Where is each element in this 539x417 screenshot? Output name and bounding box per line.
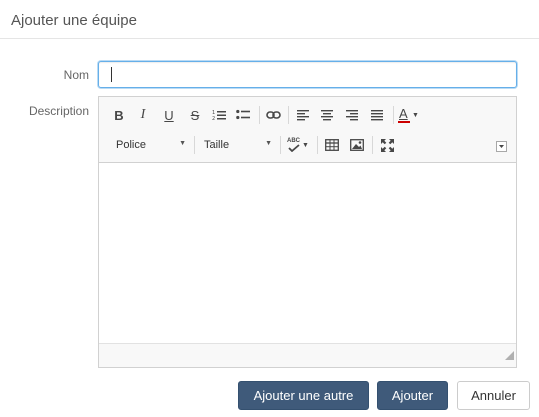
toolbar-separator bbox=[259, 106, 260, 124]
rich-text-editor: B I U S 12 A ▼ Police ▼ Taille ▼ ABC ▼ bbox=[98, 96, 517, 368]
editor-content-area[interactable] bbox=[99, 163, 516, 343]
align-right-icon[interactable] bbox=[342, 105, 362, 125]
name-input[interactable] bbox=[98, 61, 517, 88]
editor-statusbar bbox=[99, 343, 516, 367]
description-label: Description bbox=[28, 104, 89, 118]
text-color-icon[interactable]: A ▼ bbox=[397, 105, 425, 125]
resize-handle-icon[interactable] bbox=[505, 347, 514, 365]
add-team-dialog: Ajouter une équipe Nom Description B I U… bbox=[0, 0, 539, 417]
toolbar-separator bbox=[288, 106, 289, 124]
size-combo-label: Taille bbox=[204, 139, 230, 151]
toolbar-separator bbox=[194, 136, 195, 154]
dialog-title: Ajouter une équipe bbox=[11, 12, 137, 29]
bold-icon[interactable]: B bbox=[109, 105, 129, 125]
toolbar-separator bbox=[280, 136, 281, 154]
table-icon[interactable] bbox=[322, 135, 342, 155]
image-icon[interactable] bbox=[347, 135, 367, 155]
editor-toolbar: B I U S 12 A ▼ Police ▼ Taille ▼ ABC ▼ bbox=[99, 97, 516, 163]
maximize-icon[interactable] bbox=[377, 135, 397, 155]
collapse-toolbar-icon[interactable] bbox=[494, 139, 508, 153]
spellcheck-icon[interactable]: ABC ▼ bbox=[287, 135, 313, 155]
underline-icon[interactable]: U bbox=[159, 105, 179, 125]
dialog-header: Ajouter une équipe bbox=[0, 0, 539, 39]
svg-text:2: 2 bbox=[212, 116, 215, 121]
text-caret bbox=[111, 67, 112, 82]
cancel-button[interactable]: Annuler bbox=[457, 381, 530, 410]
chevron-down-icon: ▼ bbox=[265, 140, 272, 147]
italic-icon[interactable]: I bbox=[133, 105, 153, 125]
link-icon[interactable] bbox=[263, 105, 283, 125]
chevron-down-icon: ▼ bbox=[302, 141, 309, 149]
name-label: Nom bbox=[63, 68, 89, 82]
toolbar-separator bbox=[372, 136, 373, 154]
align-left-icon[interactable] bbox=[293, 105, 313, 125]
toolbar-separator bbox=[317, 136, 318, 154]
strikethrough-icon[interactable]: S bbox=[185, 105, 205, 125]
font-combo-label: Police bbox=[116, 139, 146, 151]
align-justify-icon[interactable] bbox=[367, 105, 387, 125]
chevron-down-icon: ▼ bbox=[412, 111, 419, 119]
font-combo[interactable]: Police ▼ bbox=[116, 135, 186, 155]
add-another-button[interactable]: Ajouter une autre bbox=[238, 381, 369, 410]
bulleted-list-icon[interactable] bbox=[233, 105, 253, 125]
text-color-bar bbox=[398, 121, 410, 123]
chevron-down-icon: ▼ bbox=[179, 140, 186, 147]
numbered-list-icon[interactable]: 12 bbox=[209, 105, 229, 125]
text-color-letter: A bbox=[399, 106, 408, 121]
add-button[interactable]: Ajouter bbox=[377, 381, 448, 410]
toolbar-separator bbox=[393, 106, 394, 124]
align-center-icon[interactable] bbox=[317, 105, 337, 125]
size-combo[interactable]: Taille ▼ bbox=[204, 135, 272, 155]
